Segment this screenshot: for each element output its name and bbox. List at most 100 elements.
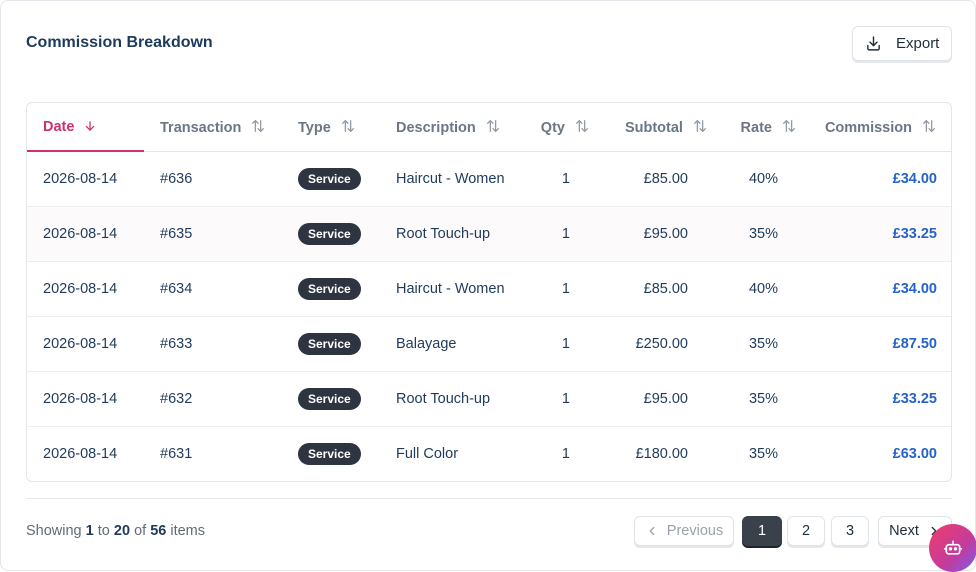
cell-commission: £34.00 [892, 170, 937, 187]
chevron-left-icon [649, 526, 655, 536]
cell-date: 2026-08-14 [43, 170, 118, 187]
cell-subtotal: £180.00 [635, 445, 688, 462]
cell-rate: 35% [748, 390, 778, 407]
next-label: Next [889, 523, 919, 539]
cell-transaction: #633 [160, 335, 193, 352]
sort-arrows-icon [923, 119, 935, 132]
export-label: Export [896, 35, 940, 52]
table-row[interactable]: 2026-08-14 #632 Service Root Touch-up 1 … [27, 371, 951, 426]
cell-date: 2026-08-14 [43, 225, 118, 242]
cell-type: Service [282, 151, 380, 206]
column-label: Qty [540, 119, 565, 136]
type-badge: Service [298, 387, 361, 410]
type-badge: Service [298, 167, 361, 190]
cell-rate: 35% [748, 335, 778, 352]
cell-description: Full Color [396, 445, 459, 462]
cell-date: 2026-08-14 [43, 335, 118, 352]
table-row[interactable]: 2026-08-14 #633 Service Balayage 1 £250.… [27, 316, 951, 371]
column-header-type[interactable]: Type [282, 103, 380, 152]
cell-type: Service [282, 371, 380, 426]
cell-type: Service [282, 316, 380, 371]
cell-transaction: #632 [160, 390, 193, 407]
column-header-subtotal[interactable]: Subtotal [592, 103, 710, 152]
cell-subtotal: £95.00 [643, 225, 688, 242]
cell-description: Root Touch-up [396, 390, 491, 407]
cell-type: Service [282, 206, 380, 261]
sort-arrows-icon [783, 119, 795, 132]
summary-from: 1 [85, 523, 94, 539]
column-header-description[interactable]: Description [380, 103, 514, 152]
column-label: Commission [824, 119, 912, 136]
cell-rate: 35% [748, 225, 778, 242]
cell-qty: 1 [561, 445, 570, 462]
column-label: Subtotal [624, 119, 683, 136]
cell-qty: 1 [561, 390, 570, 407]
arrow-down-icon [86, 121, 95, 131]
page-number: 1 [757, 523, 767, 539]
export-button[interactable]: Export [852, 26, 952, 61]
sort-arrows-icon [694, 119, 706, 132]
download-icon [867, 36, 880, 51]
cell-description: Haircut - Women [396, 170, 505, 187]
column-header-commission[interactable]: Commission [797, 103, 951, 152]
cell-qty: 1 [561, 170, 570, 187]
cell-rate: 35% [748, 445, 778, 462]
cell-rate: 40% [748, 280, 778, 297]
column-label: Transaction [160, 119, 242, 136]
cell-subtotal: £250.00 [635, 335, 688, 352]
sort-arrows-icon [486, 119, 499, 132]
cell-description: Haircut - Women [396, 280, 505, 297]
cell-date: 2026-08-14 [43, 390, 118, 407]
table-row[interactable]: 2026-08-14 #636 Service Haircut - Women … [27, 151, 951, 206]
summary-prefix: Showing [26, 523, 82, 539]
type-badge: Service [298, 332, 361, 355]
cell-qty: 1 [561, 280, 570, 297]
column-label: Type [298, 119, 331, 136]
robot-icon [943, 540, 963, 555]
cell-subtotal: £85.00 [643, 170, 688, 187]
cell-date: 2026-08-14 [43, 280, 118, 297]
cell-commission: £34.00 [892, 280, 937, 297]
commission-table: Date Transaction Type Description Qty Su… [26, 102, 952, 482]
sort-arrows-icon [341, 119, 354, 132]
column-header-transaction[interactable]: Transaction [144, 103, 282, 152]
cell-commission: £33.25 [892, 390, 937, 407]
column-label: Rate [740, 119, 772, 136]
cell-qty: 1 [561, 225, 570, 242]
cell-transaction: #631 [160, 445, 193, 462]
previous-label: Previous [666, 523, 724, 539]
page-button-1[interactable]: 1 [742, 516, 782, 546]
summary-to-word: to [97, 523, 110, 539]
table-row[interactable]: 2026-08-14 #631 Service Full Color 1 £18… [27, 426, 951, 481]
table-header-row: Date Transaction Type Description Qty Su… [27, 103, 951, 152]
summary-of-word: of [134, 523, 147, 539]
summary-items-word: items [170, 523, 206, 539]
assistant-fab-button[interactable] [929, 524, 976, 572]
cell-subtotal: £95.00 [643, 390, 688, 407]
cell-transaction: #634 [160, 280, 193, 297]
column-header-qty[interactable]: Qty [514, 103, 592, 152]
cell-commission: £33.25 [892, 225, 937, 242]
table-row[interactable]: 2026-08-14 #635 Service Root Touch-up 1 … [27, 206, 951, 261]
column-header-date[interactable]: Date [27, 103, 144, 152]
type-badge: Service [298, 222, 361, 245]
type-badge: Service [298, 277, 361, 300]
cell-date: 2026-08-14 [43, 445, 118, 462]
column-header-rate[interactable]: Rate [710, 103, 797, 152]
column-label: Description [396, 119, 476, 136]
column-label: Date [43, 118, 75, 135]
summary-to: 20 [113, 523, 131, 539]
cell-transaction: #635 [160, 225, 193, 242]
page-button-3[interactable]: 3 [831, 516, 869, 546]
cell-transaction: #636 [160, 170, 193, 187]
previous-page-button[interactable]: Previous [634, 516, 734, 546]
cell-description: Root Touch-up [396, 225, 491, 242]
sort-arrows-icon [252, 119, 265, 132]
summary-total: 56 [150, 523, 167, 539]
cell-description: Balayage [396, 335, 457, 352]
page-button-2[interactable]: 2 [787, 516, 825, 546]
pagination-summary: Showing 1 to 20 of 56 items [26, 523, 205, 539]
cell-subtotal: £85.00 [643, 280, 688, 297]
sort-arrows-icon [576, 119, 588, 132]
table-row[interactable]: 2026-08-14 #634 Service Haircut - Women … [27, 261, 951, 316]
